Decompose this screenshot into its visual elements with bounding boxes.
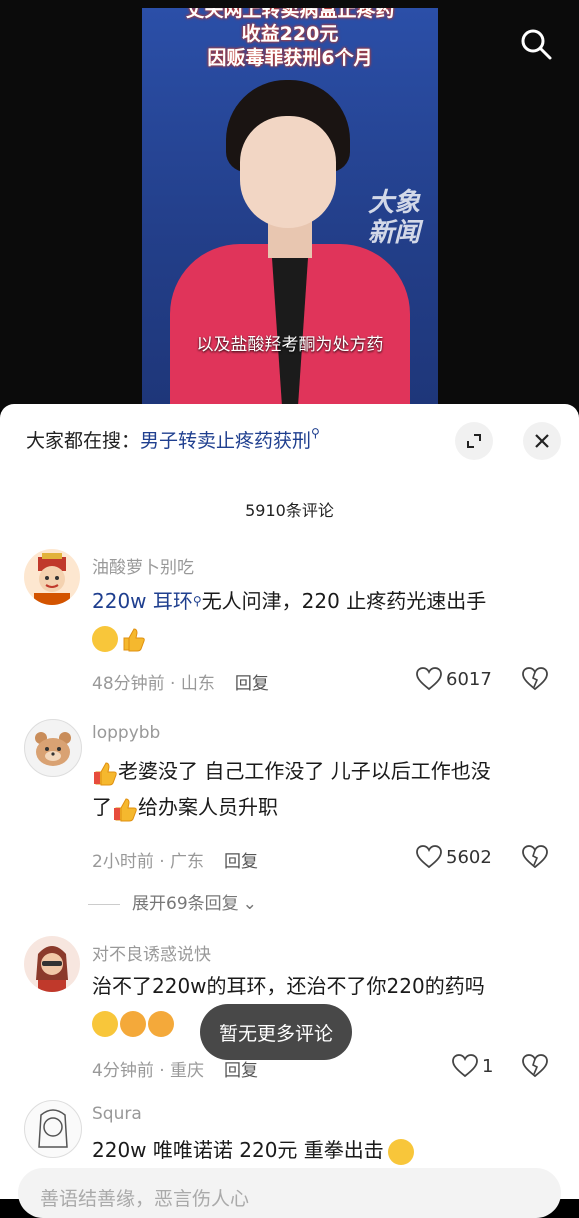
headline-line-3: 因贩毒罪获刑6个月: [207, 47, 373, 69]
watermark-line-2: 新闻: [367, 218, 420, 248]
comment-text-body: 220w 唯唯诺诺 220元 重拳出击: [92, 1138, 384, 1162]
comment-text-body: 治不了220w的耳环，还治不了你220的药吗: [92, 974, 485, 998]
like-button[interactable]: 1: [452, 1054, 493, 1078]
reply-button[interactable]: 回复: [224, 1061, 258, 1081]
expand-icon[interactable]: [455, 422, 493, 460]
watermark-line-1: 大象: [367, 188, 420, 218]
heart-icon: [416, 845, 442, 869]
news-watermark: 大象 新闻: [368, 188, 420, 248]
avatar[interactable]: [24, 936, 80, 992]
comment-region: 广东: [170, 852, 205, 872]
avatar[interactable]: [24, 719, 82, 777]
comment-region: 重庆: [170, 1061, 205, 1081]
like-count: 1: [482, 1055, 494, 1077]
comment-input[interactable]: 善语结善缘，恶言伤人心: [18, 1168, 561, 1218]
headline-line-1: 丈夫网上转卖病盒止疼药: [185, 8, 395, 21]
like-count: 6017: [446, 668, 492, 690]
smile-emoji-icon: [387, 1138, 414, 1165]
comment-time: 4分钟前: [92, 1061, 154, 1081]
video-subtitle: 以及盐酸羟考酮为处方药: [196, 335, 384, 355]
comment-input-placeholder: 善语结善缘，恶言伤人心: [40, 1188, 250, 1210]
chevron-down-icon: ⌄: [242, 894, 257, 914]
comment-username[interactable]: Squra: [92, 1104, 142, 1124]
comment-text-line-1: 老婆没了 自己工作没了 儿子以后工作也没: [118, 759, 491, 783]
trending-search[interactable]: 大家都在搜：男子转卖止疼药获刑⚲: [26, 426, 320, 453]
comment-text: 220w 耳环⚲无人问津，220 止疼药光速出手: [92, 583, 557, 655]
divider: [88, 903, 120, 905]
dislike-icon[interactable]: [522, 667, 548, 695]
comment-username[interactable]: 油酸萝卜别吃: [92, 553, 194, 578]
thumbs-up-emoji-icon: [120, 626, 146, 652]
comment-search-highlight[interactable]: 220w 耳环: [92, 589, 193, 613]
grin-emoji-icon: [92, 625, 118, 652]
video-frame[interactable]: 丈夫网上转卖病盒止疼药 收益220元 因贩毒罪获刑6个月 大象 新闻 以及盐酸羟…: [142, 8, 438, 410]
comment-text-line-2b: 给办案人员升职: [138, 795, 278, 819]
thumbs-up-emoji-icon: [92, 760, 118, 786]
thumbs-up-emoji-icon: [112, 796, 138, 822]
heart-eyes-emoji-icon: [148, 1010, 174, 1037]
headline-line-2: 收益220元: [241, 23, 339, 45]
comment-count: 5910条评论: [245, 501, 334, 520]
comment-text-body: 无人问津，220 止疼药光速出手: [201, 589, 487, 613]
heart-icon: [452, 1054, 478, 1078]
avatar[interactable]: [24, 1100, 82, 1158]
comment-meta: 48分钟前 · 山东 回复: [92, 674, 269, 694]
comment-username[interactable]: loppybb: [92, 723, 160, 743]
like-button[interactable]: 6017: [416, 667, 492, 691]
kissing-emoji-icon: [92, 1010, 118, 1037]
heart-icon: [416, 667, 442, 691]
no-more-comments-toast: 暂无更多评论: [200, 1004, 352, 1060]
expand-replies-label: 展开69条回复: [132, 894, 239, 914]
close-icon[interactable]: [523, 422, 561, 460]
trending-term[interactable]: 男子转卖止疼药获刑: [140, 430, 311, 452]
trending-label: 大家都在搜：: [26, 430, 141, 452]
like-button[interactable]: 5602: [416, 845, 492, 869]
search-small-icon: ⚲: [311, 426, 320, 440]
comment-time: 48分钟前: [92, 674, 165, 694]
comment-sheet: 大家都在搜：男子转卖止疼药获刑⚲ 5910条评论 油酸萝卜别吃 220w 耳环⚲…: [0, 404, 579, 1199]
heart-eyes-emoji-icon: [120, 1010, 146, 1037]
dislike-icon[interactable]: [522, 845, 548, 873]
avatar[interactable]: [24, 549, 80, 605]
reply-button[interactable]: 回复: [235, 674, 269, 694]
comment-region: 山东: [180, 674, 215, 694]
video-headline: 丈夫网上转卖病盒止疼药 收益220元 因贩毒罪获刑6个月: [142, 8, 438, 70]
dislike-icon[interactable]: [522, 1054, 548, 1082]
like-count: 5602: [446, 846, 492, 868]
anchor-face: [240, 116, 336, 228]
comment-meta: 2小时前 · 广东 回复: [92, 852, 259, 872]
comment-username[interactable]: 对不良诱惑说快: [92, 940, 211, 965]
search-icon[interactable]: [518, 26, 554, 62]
reply-button[interactable]: 回复: [224, 852, 258, 872]
comment-text: 220w 唯唯诺诺 220元 重拳出击: [92, 1132, 557, 1168]
expand-replies-button[interactable]: 展开69条回复 ⌄: [88, 889, 257, 914]
comment-time: 2小时前: [92, 852, 154, 872]
comment-text-line-2a: 了: [92, 795, 112, 819]
comment-text: 老婆没了 自己工作没了 儿子以后工作也没 了 给办案人员升职: [92, 753, 557, 825]
video-player[interactable]: 丈夫网上转卖病盒止疼药 收益220元 因贩毒罪获刑6个月 大象 新闻 以及盐酸羟…: [0, 0, 579, 410]
